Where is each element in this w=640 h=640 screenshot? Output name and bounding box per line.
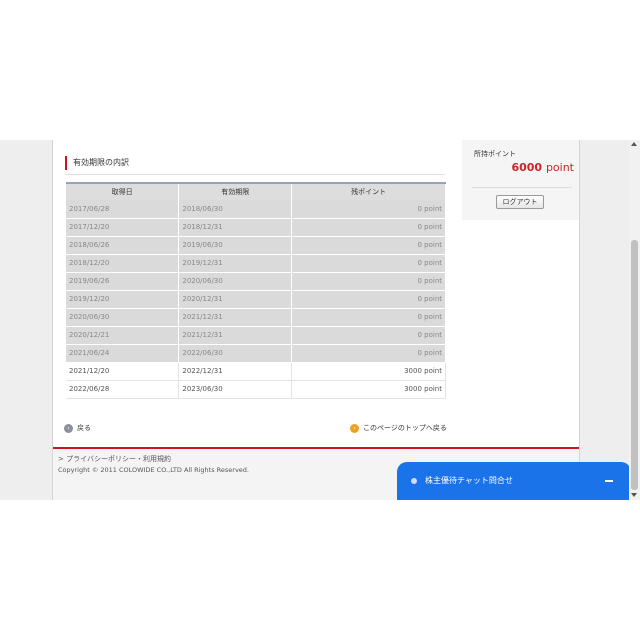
scroll-up-icon[interactable] (631, 142, 637, 146)
table-row: 2018/12/20 2019/12/31 0 point (66, 254, 446, 273)
table-row: 2017/12/20 2018/12/31 0 point (66, 218, 446, 237)
scroll-thumb[interactable] (631, 240, 638, 490)
back-link[interactable]: ‹ 戻る (64, 423, 91, 433)
remaining-points: 0 point (291, 200, 446, 219)
page-top-link-label: このページのトップへ戻る (363, 424, 447, 432)
column-header-acquired: 取得日 (66, 182, 180, 200)
table-row: 2020/12/21 2021/12/31 0 point (66, 326, 446, 345)
expiry-date: 2022/06/30 (178, 344, 293, 363)
acquired-date: 2019/06/26 (66, 272, 180, 291)
expiry-date: 2022/12/31 (178, 362, 293, 381)
vertical-scrollbar[interactable] (629, 140, 640, 500)
acquired-date: 2018/06/26 (66, 236, 180, 255)
browser-viewport: 有効期限の内訳 取得日 有効期限 残ポイント 2017/06/28 2018/0… (0, 140, 640, 500)
remaining-points: 0 point (291, 272, 446, 291)
expiry-date: 2021/12/31 (178, 326, 293, 345)
acquired-date: 2017/06/28 (66, 200, 180, 219)
content-border-right (579, 140, 580, 500)
expiry-date: 2020/12/31 (178, 290, 293, 309)
divider (65, 174, 445, 175)
table-row: 2017/06/28 2018/06/30 0 point (66, 200, 446, 219)
chevron-up-icon: › (350, 423, 359, 433)
column-header-expires: 有効期限 (178, 182, 293, 200)
expiry-date: 2018/06/30 (178, 200, 293, 219)
copyright: Copyright © 2011 COLOWIDE CO.,LTD All Ri… (58, 466, 249, 474)
expiry-date: 2020/06/30 (178, 272, 293, 291)
table-header-row: 取得日 有効期限 残ポイント (66, 182, 446, 200)
acquired-date: 2021/12/20 (66, 362, 180, 381)
points-number: 6000 (511, 161, 543, 174)
remaining-points: 0 point (291, 236, 446, 255)
remaining-points: 3000 point (291, 380, 446, 399)
online-dot-icon (411, 478, 417, 484)
chat-label: 株主優待チャット問合せ (425, 476, 513, 485)
remaining-points: 0 point (291, 254, 446, 273)
expiry-date: 2018/12/31 (178, 218, 293, 237)
table-row: 2020/06/30 2021/12/31 0 point (66, 308, 446, 327)
acquired-date: 2020/12/21 (66, 326, 180, 345)
chat-widget[interactable]: 株主優待チャット問合せ (397, 462, 631, 500)
minimize-icon[interactable] (605, 480, 613, 482)
table-row: 2019/12/20 2020/12/31 0 point (66, 290, 446, 309)
left-gutter (0, 140, 52, 500)
table-row: 2021/12/20 2022/12/31 3000 point (66, 362, 446, 381)
table-row: 2019/06/26 2020/06/30 0 point (66, 272, 446, 291)
remaining-points: 0 point (291, 326, 446, 345)
expiry-date: 2023/06/30 (178, 380, 293, 399)
acquired-date: 2019/12/20 (66, 290, 180, 309)
chevron-left-icon: ‹ (64, 423, 73, 433)
points-unit: point (545, 161, 574, 174)
points-label: 所持ポイント (474, 150, 516, 158)
divider (472, 187, 572, 188)
page-top-link[interactable]: › このページのトップへ戻る (350, 423, 447, 433)
content-border-left (52, 140, 53, 500)
table-row: 2022/06/28 2023/06/30 3000 point (66, 380, 446, 399)
acquired-date: 2018/12/20 (66, 254, 180, 273)
acquired-date: 2022/06/28 (66, 380, 180, 399)
remaining-points: 0 point (291, 218, 446, 237)
expiry-date: 2019/06/30 (178, 236, 293, 255)
scroll-down-icon[interactable] (631, 493, 637, 497)
remaining-points: 0 point (291, 344, 446, 363)
acquired-date: 2020/06/30 (66, 308, 180, 327)
back-link-label: 戻る (77, 424, 91, 432)
remaining-points: 3000 point (291, 362, 446, 381)
remaining-points: 0 point (291, 308, 446, 327)
privacy-policy-link[interactable]: > プライバシーポリシー・利用規約 (58, 454, 171, 464)
section-title: 有効期限の内訳 (65, 156, 129, 170)
remaining-points: 0 point (291, 290, 446, 309)
expiry-date: 2021/12/31 (178, 308, 293, 327)
expiry-table: 取得日 有効期限 残ポイント 2017/06/28 2018/06/30 0 p… (66, 182, 446, 399)
acquired-date: 2017/12/20 (66, 218, 180, 237)
column-header-points: 残ポイント (291, 182, 446, 200)
table-row: 2021/06/24 2022/06/30 0 point (66, 344, 446, 363)
right-gutter (580, 140, 629, 500)
table-row: 2018/06/26 2019/06/30 0 point (66, 236, 446, 255)
logout-button[interactable]: ログアウト (496, 195, 544, 209)
expiry-date: 2019/12/31 (178, 254, 293, 273)
acquired-date: 2021/06/24 (66, 344, 180, 363)
points-balance: 6000 point (462, 161, 574, 174)
